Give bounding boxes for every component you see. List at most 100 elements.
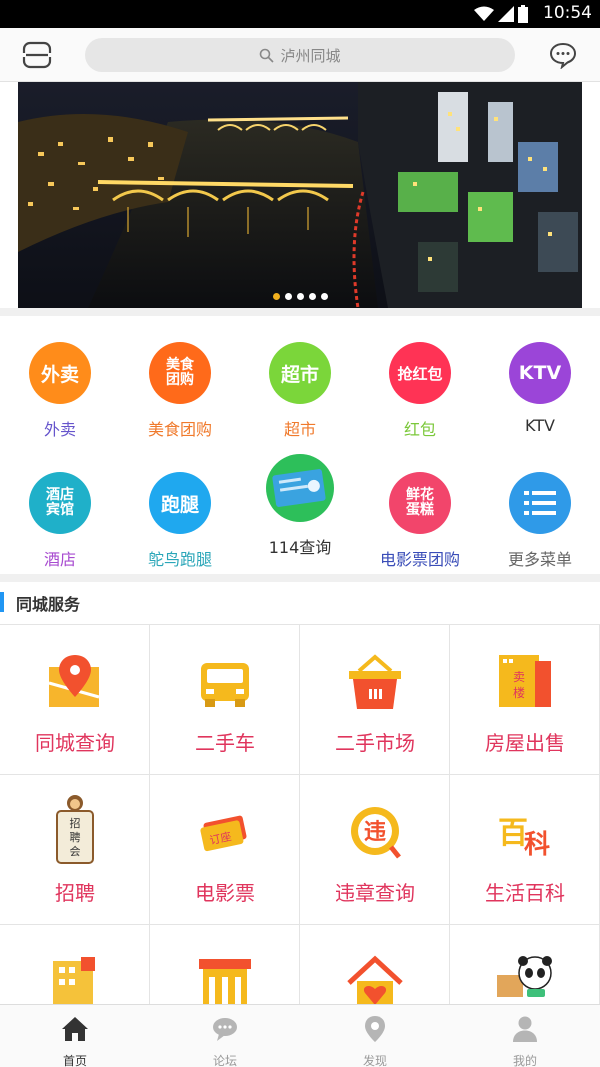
encyclopedia-icon: 百 科	[498, 816, 550, 860]
ticket-icon: 订座	[200, 815, 247, 852]
nav-home[interactable]: 首页	[0, 1005, 150, 1067]
nav-discover[interactable]: 发现	[300, 1005, 450, 1067]
quick-item-label: 114查询	[268, 538, 332, 557]
divider	[0, 574, 600, 582]
service-used-car[interactable]: 二手车	[150, 625, 300, 775]
quick-item-supermarket[interactable]: 超市 超市	[240, 342, 360, 440]
building-icon	[53, 957, 95, 1004]
service-label: 同城查询	[35, 731, 115, 755]
quick-item-ktv[interactable]: KTV KTV	[480, 342, 600, 435]
svg-text:卖: 卖	[513, 670, 525, 684]
carousel-dot[interactable]	[308, 293, 316, 300]
car-icon	[201, 663, 249, 707]
top-header: 泸州同城	[0, 28, 600, 82]
service-delivery[interactable]	[450, 925, 600, 1004]
section-header: 同城服务	[0, 588, 600, 618]
quick-item-label: KTV	[525, 416, 555, 435]
discover-icon	[365, 1016, 385, 1042]
takeout-icon: 外卖	[29, 342, 91, 404]
supermarket-icon: 超市	[269, 342, 331, 404]
banner-carousel[interactable]	[18, 82, 582, 308]
svg-text:聘: 聘	[70, 830, 81, 844]
errand-icon: 跑腿	[149, 472, 211, 534]
city-services-grid: 同城查询 二手车 二手市场 卖 楼 房屋出售 招 聘 会 招聘 订座 电影票 违…	[0, 624, 600, 1004]
carousel-dot[interactable]	[272, 293, 280, 300]
service-label: 电影票	[195, 881, 255, 905]
violation-icon: 违	[351, 807, 401, 859]
service-label: 房屋出售	[485, 731, 565, 755]
service-violation-query[interactable]: 违 违章查询	[300, 775, 450, 925]
svg-text:违: 违	[364, 819, 386, 845]
service-house-sale[interactable]: 卖 楼 房屋出售	[450, 625, 600, 775]
list-menu-icon	[509, 472, 571, 534]
search-icon	[260, 48, 275, 63]
service-second-hand-market[interactable]: 二手市场	[300, 625, 450, 775]
status-icons	[474, 5, 528, 23]
quick-item-errand[interactable]: 跑腿 鸵鸟跑腿	[120, 472, 240, 570]
service-label: 二手市场	[335, 731, 415, 755]
service-label: 招聘	[55, 881, 95, 905]
svg-text:楼: 楼	[513, 685, 525, 700]
service-city-query[interactable]: 同城查询	[0, 625, 150, 775]
quick-item-hotel[interactable]: 酒店 宾馆 酒店	[0, 472, 120, 570]
flower-cake-icon: 鲜花 蛋糕	[389, 472, 451, 534]
carousel-dot[interactable]	[284, 293, 292, 300]
service-life-encyclopedia[interactable]: 百 科 生活百科	[450, 775, 600, 925]
scan-button[interactable]	[22, 40, 52, 70]
svg-text:科: 科	[524, 830, 550, 860]
nav-forum[interactable]: 论坛	[150, 1005, 300, 1067]
basket-icon	[349, 654, 401, 709]
status-bar: 10:54	[0, 0, 600, 28]
shop-icon	[199, 959, 251, 1004]
carousel-dot[interactable]	[320, 293, 328, 300]
svg-text:会: 会	[70, 845, 81, 858]
quick-item-takeout[interactable]: 外卖 外卖	[0, 342, 120, 440]
quick-item-food-deals[interactable]: 美食 团购 美食团购	[120, 342, 240, 440]
quick-item-movie-deals[interactable]: 鲜花 蛋糕 电影票团购	[360, 472, 480, 570]
user-icon	[513, 1016, 537, 1042]
monkey-sign-icon: 招 聘 会	[56, 795, 94, 864]
quick-item-more[interactable]: 更多菜单	[480, 472, 600, 570]
quick-item-label: 酒店	[43, 550, 76, 569]
panda-delivery-icon	[497, 956, 552, 997]
quick-item-114-query[interactable]: 114查询	[240, 454, 360, 558]
quick-item-label: 鸵鸟跑腿	[147, 550, 212, 569]
hotel-icon: 酒店 宾馆	[29, 472, 91, 534]
carousel-indicator[interactable]	[18, 293, 582, 300]
carousel-dot[interactable]	[296, 293, 304, 300]
quick-item-label: 超市	[283, 420, 316, 439]
search-placeholder: 泸州同城	[280, 46, 341, 65]
section-title: 同城服务	[16, 595, 81, 614]
message-button[interactable]	[549, 41, 577, 70]
nav-mine[interactable]: 我的	[450, 1005, 600, 1067]
city-night-photo	[18, 82, 582, 308]
home-heart-icon	[347, 955, 403, 1004]
nav-label: 首页	[62, 1054, 87, 1067]
quick-item-label: 更多菜单	[507, 550, 572, 569]
quick-item-red-packet[interactable]: 抢红包 红包	[360, 342, 480, 440]
scan-icon	[22, 41, 52, 69]
service-movie-ticket[interactable]: 订座 电影票	[150, 775, 300, 925]
forum-icon	[213, 1018, 237, 1041]
battery-icon	[518, 5, 528, 23]
service-jobs[interactable]: 招 聘 会 招聘	[0, 775, 150, 925]
service-home[interactable]	[300, 925, 450, 1004]
quick-item-label: 红包	[403, 420, 436, 439]
quick-item-label: 美食团购	[147, 420, 212, 439]
quick-menu-grid: 外卖 外卖 美食 团购 美食团购 超市 超市 抢红包 红包 KTV KTV 酒店宾…	[0, 320, 600, 570]
chat-bubble-icon	[549, 42, 577, 70]
nav-label: 我的	[512, 1054, 537, 1067]
svg-text:招: 招	[70, 816, 81, 830]
service-shop[interactable]	[150, 925, 300, 1004]
status-time: 10:54	[543, 3, 592, 23]
id-card-icon	[266, 454, 334, 522]
service-building[interactable]	[0, 925, 150, 1004]
map-pin-icon	[48, 655, 100, 707]
search-bar[interactable]: 泸州同城	[85, 38, 515, 72]
service-label: 违章查询	[335, 881, 415, 905]
section-accent-bar	[0, 592, 4, 612]
divider	[0, 308, 600, 316]
signal-icon	[498, 6, 514, 22]
nav-label: 发现	[362, 1054, 387, 1067]
nav-label: 论坛	[212, 1054, 237, 1067]
